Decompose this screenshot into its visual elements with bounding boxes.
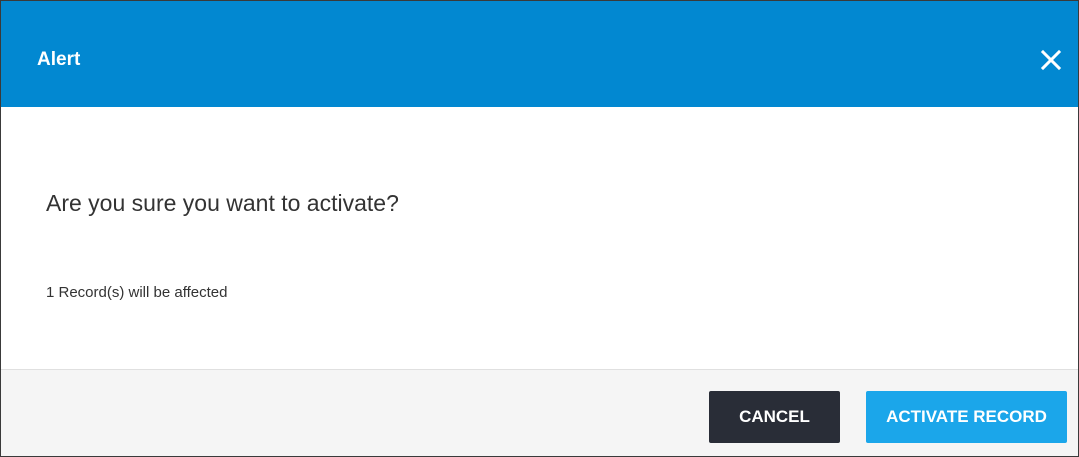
dialog-body: Are you sure you want to activate? 1 Rec… — [1, 107, 1078, 369]
confirmation-question: Are you sure you want to activate? — [46, 190, 399, 216]
dialog-title: Alert — [37, 49, 81, 70]
affected-records-note: 1 Record(s) will be affected — [46, 284, 228, 301]
activate-record-button[interactable]: ACTIVATE RECORD — [866, 391, 1067, 443]
close-button[interactable] — [1036, 45, 1066, 75]
close-icon — [1040, 49, 1062, 71]
cancel-button[interactable]: CANCEL — [709, 391, 840, 443]
dialog-header: Alert — [1, 1, 1078, 107]
alert-dialog: Alert Are you sure you want to activate?… — [0, 0, 1079, 457]
dialog-footer: CANCEL ACTIVATE RECORD — [1, 369, 1078, 456]
